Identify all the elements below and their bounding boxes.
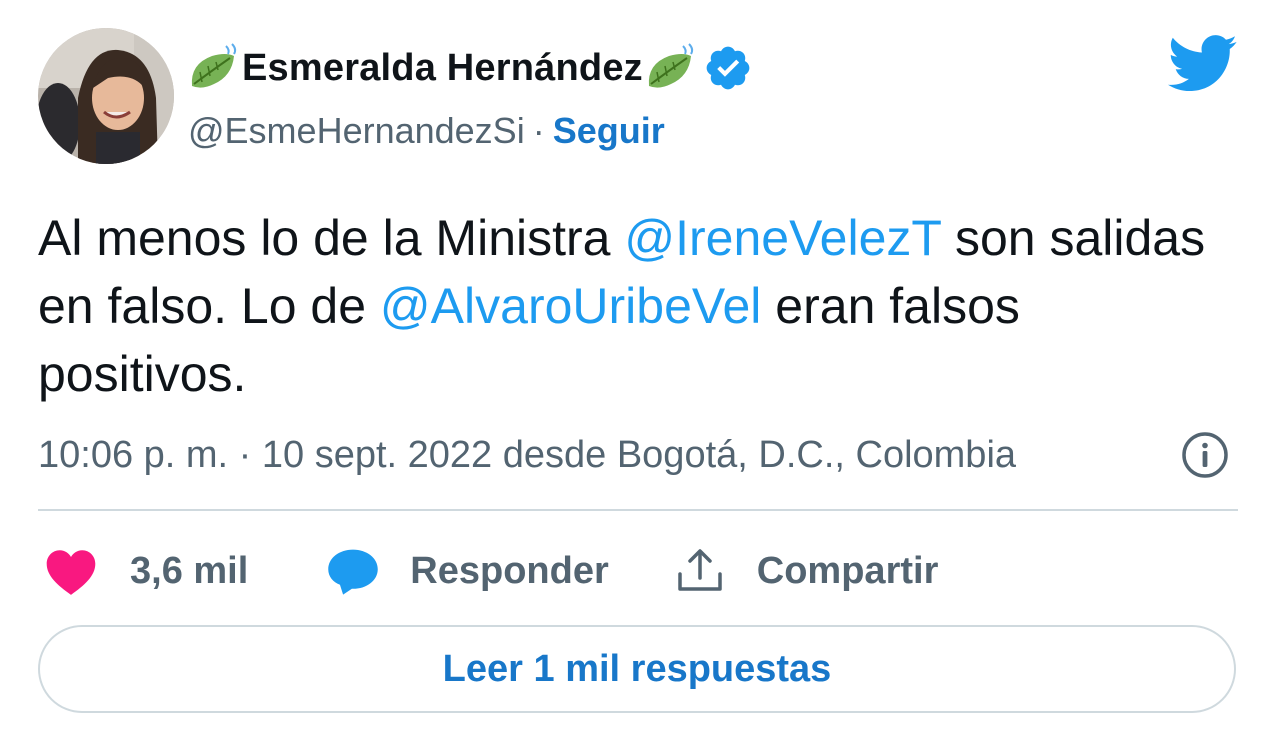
- tweet-text: Al menos lo de la Ministra @IreneVelezT …: [38, 204, 1238, 408]
- info-icon[interactable]: [1180, 430, 1230, 480]
- avatar[interactable]: [38, 28, 174, 164]
- read-replies-button[interactable]: Leer 1 mil respuestas: [38, 625, 1236, 713]
- separator-dot: ·: [532, 110, 545, 151]
- follow-button[interactable]: Seguir: [553, 110, 665, 152]
- author-name-row: Esmeralda Hernández: [186, 38, 753, 98]
- share-label: Compartir: [756, 549, 939, 592]
- verified-badge-icon: [703, 43, 753, 93]
- mention-link[interactable]: @IreneVelezT: [624, 210, 941, 266]
- like-button[interactable]: 3,6 mil: [38, 546, 248, 596]
- tweet-timestamp[interactable]: 10:06 p. m. · 10 sept. 2022 desde Bogotá…: [38, 434, 1016, 477]
- twitter-bird-icon[interactable]: [1167, 34, 1238, 94]
- author-handle[interactable]: @EsmeHernandezSi: [188, 110, 525, 152]
- tweet-card: Esmeralda Hernández @EsmeHernandezSi · S…: [0, 0, 1280, 743]
- read-replies-label: Leer 1 mil respuestas: [442, 647, 832, 690]
- tweet-text-segment: Al menos lo de la Ministra: [38, 210, 625, 266]
- reply-label: Responder: [410, 549, 609, 592]
- leaf-fluttering-icon: [186, 42, 242, 94]
- author-display-name[interactable]: Esmeralda Hernández: [242, 47, 643, 90]
- tweet-actions: 3,6 mil Responder Compartir: [38, 542, 938, 600]
- heart-icon: [44, 546, 98, 596]
- divider: [38, 509, 1238, 511]
- like-count: 3,6 mil: [130, 549, 249, 592]
- author-handle-row: @EsmeHernandezSi · Seguir: [188, 108, 665, 154]
- share-button[interactable]: Compartir: [675, 546, 939, 596]
- mention-link[interactable]: @AlvaroUribeVel: [380, 278, 761, 334]
- speech-bubble-icon: [326, 546, 380, 596]
- share-upload-icon: [675, 546, 725, 596]
- tweet-timestamp-row: 10:06 p. m. · 10 sept. 2022 desde Bogotá…: [38, 430, 1016, 480]
- leaf-fluttering-icon: [643, 42, 699, 94]
- reply-button[interactable]: Responder: [326, 546, 609, 596]
